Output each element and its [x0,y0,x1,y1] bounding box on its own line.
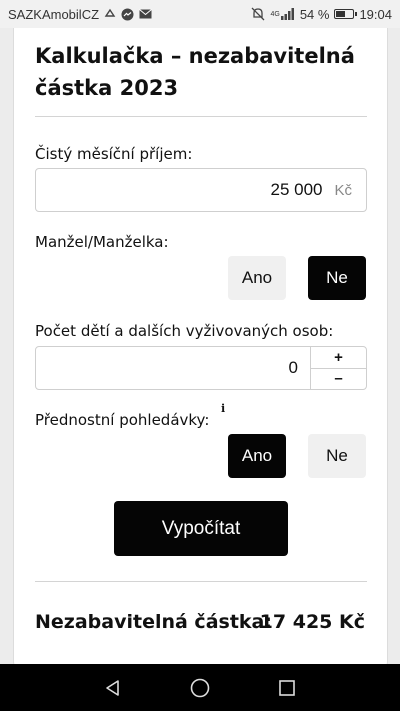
priority-debts-label: Přednostní pohledávky: [35,411,210,429]
income-unit: Kč [334,181,352,199]
title-divider [35,116,367,117]
status-bar: SAZKAmobilCZ 4G 54 % 19:04 [0,0,400,28]
back-button[interactable] [93,668,133,708]
spouse-yes-button[interactable]: Ano [228,256,286,300]
navigation-bar [0,664,400,711]
income-label: Čistý měsíční příjem: [35,145,193,163]
dependents-label: Počet dětí a dalších vyživovaných osob: [35,322,334,340]
recycle-icon [104,8,116,20]
status-right: 4G 54 % 19:04 [251,7,392,22]
result-value: 17 425 Kč [259,611,365,633]
status-left: SAZKAmobilCZ [8,7,152,22]
messenger-icon [121,8,134,21]
clock: 19:04 [359,6,392,22]
recents-icon [278,679,295,696]
result-divider [35,581,367,582]
mail-icon [139,9,152,19]
dependents-value[interactable]: 0 [36,347,311,389]
decrement-button[interactable]: – [311,369,366,390]
calculator-card: Kalkulačka – nezabavitelná částka 2023 Č… [13,28,388,668]
priority-yes-button[interactable]: Ano [228,434,286,478]
result-label: Nezabavitelná částka: [35,611,272,633]
stepper-buttons: + – [311,347,366,389]
carrier-name: SAZKAmobilCZ [8,6,100,22]
income-input[interactable]: 25 000 Kč [35,168,367,212]
spouse-label: Manžel/Manželka: [35,233,169,251]
signal-label: 4G [270,10,280,18]
recents-button[interactable] [267,668,307,708]
income-value: 25 000 [270,180,323,199]
home-button[interactable] [180,668,220,708]
battery-icon [334,9,358,19]
page-title: Kalkulačka – nezabavitelná částka 2023 [35,44,355,100]
increment-button[interactable]: + [311,347,366,369]
calculate-button[interactable]: Vypočítat [114,501,288,556]
back-icon [106,679,120,696]
priority-no-button[interactable]: Ne [308,434,366,478]
home-icon [190,678,210,697]
spouse-no-button[interactable]: Ne [308,256,366,300]
signal-icon: 4G [270,8,294,20]
mute-icon [251,7,265,21]
battery-percent: 54 % [299,6,330,22]
dependents-stepper: 0 + – [35,346,367,390]
info-icon[interactable]: i [221,402,225,415]
